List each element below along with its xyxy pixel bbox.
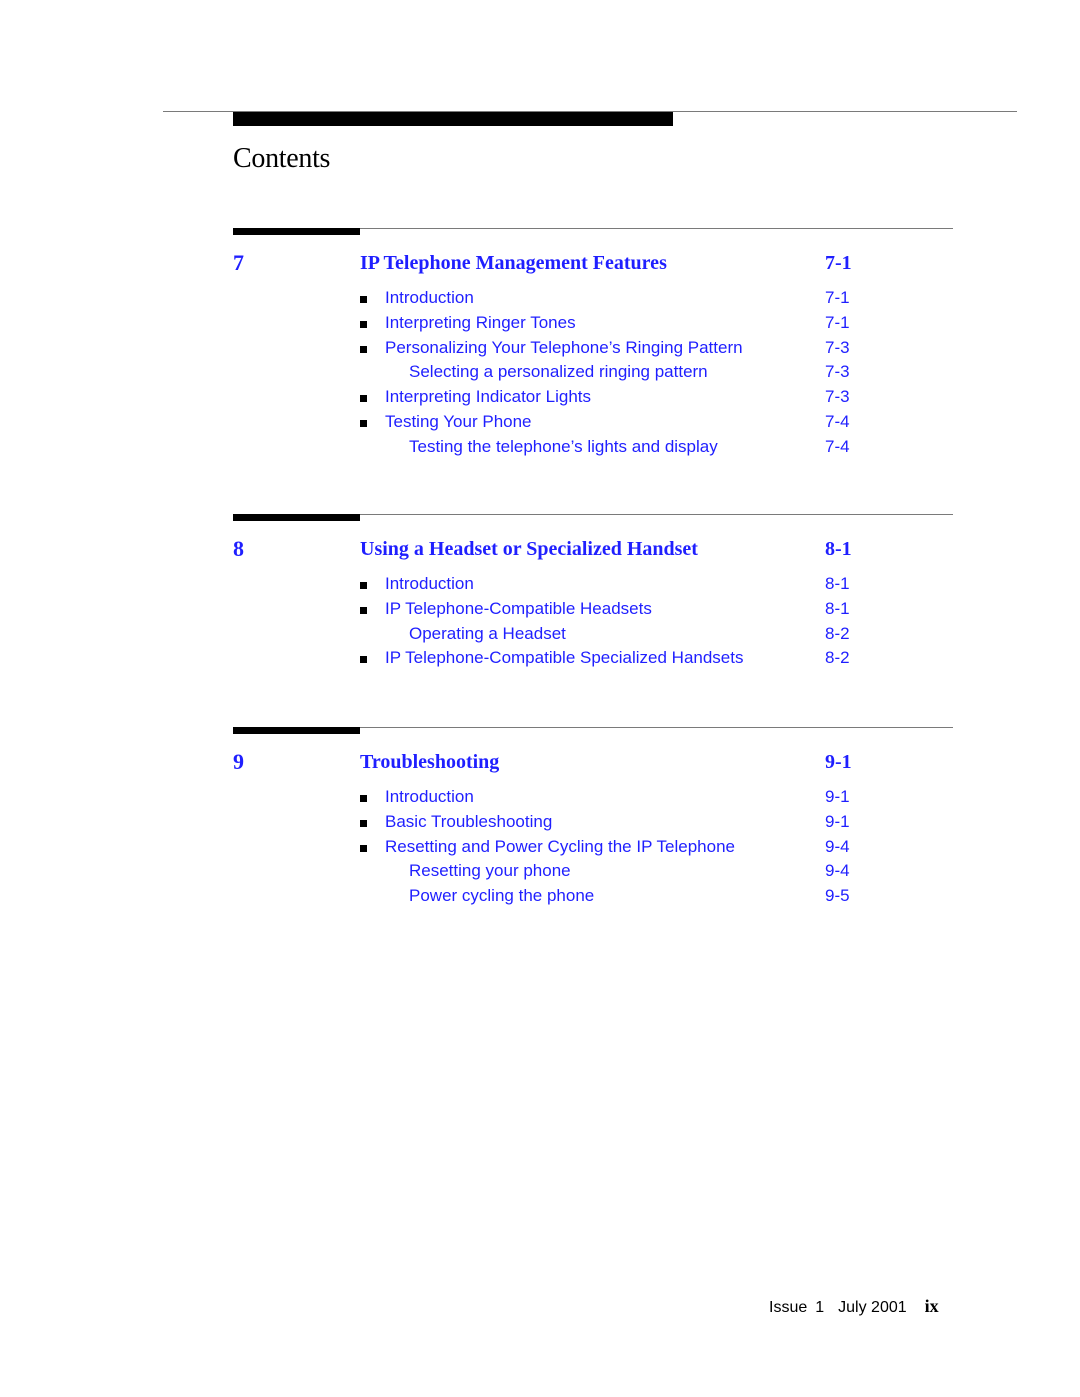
entry-page[interactable]: 8-1 xyxy=(825,597,850,622)
chapter-page[interactable]: 7-1 xyxy=(825,252,852,275)
entry-page[interactable]: 7-3 xyxy=(825,360,850,385)
toc-subentry[interactable]: Testing the telephone’s lights and displ… xyxy=(360,435,860,460)
entry-page[interactable]: 9-5 xyxy=(825,884,850,909)
entry-page[interactable]: 9-1 xyxy=(825,810,850,835)
entry-page[interactable]: 7-4 xyxy=(825,410,850,435)
chapter-bar xyxy=(233,727,360,734)
chapter-page[interactable]: 8-1 xyxy=(825,538,852,561)
page-title: Contents xyxy=(233,143,331,174)
toc-entry[interactable]: Introduction 7-1 xyxy=(360,286,860,311)
entry-label[interactable]: Personalizing Your Telephone’s Ringing P… xyxy=(385,336,743,361)
footer-date: July 2001 xyxy=(838,1299,907,1316)
toc-entry[interactable]: Introduction 9-1 xyxy=(360,785,860,810)
bullet-icon xyxy=(360,606,367,614)
entry-label[interactable]: Introduction xyxy=(385,572,474,597)
entry-label[interactable]: Resetting and Power Cycling the IP Telep… xyxy=(385,835,735,860)
entry-label[interactable]: IP Telephone-Compatible Headsets xyxy=(385,597,652,622)
bullet-icon xyxy=(360,844,367,852)
entry-label[interactable]: Interpreting Ringer Tones xyxy=(385,311,576,336)
footer-issue-number: 1 xyxy=(815,1299,825,1316)
footer-page-number: ix xyxy=(924,1296,939,1316)
entry-label[interactable]: Testing the telephone’s lights and displ… xyxy=(409,435,718,460)
entry-label[interactable]: Interpreting Indicator Lights xyxy=(385,385,591,410)
toc-subentry[interactable]: Selecting a personalized ringing pattern… xyxy=(360,360,860,385)
entry-page[interactable]: 9-1 xyxy=(825,785,850,810)
chapter-title-link[interactable]: IP Telephone Management Features xyxy=(360,252,667,275)
entry-page[interactable]: 9-4 xyxy=(825,835,850,860)
entry-label[interactable]: Resetting your phone xyxy=(409,859,571,884)
entry-list: Introduction 9-1 Basic Troubleshooting 9-1… xyxy=(360,785,860,909)
toc-subentry[interactable]: Resetting your phone 9-4 xyxy=(360,859,860,884)
entry-list: Introduction 8-1 IP Telephone-Compatible … xyxy=(360,572,860,671)
bullet-icon xyxy=(360,795,367,802)
header-bar xyxy=(233,112,673,126)
entry-page[interactable]: 7-4 xyxy=(825,435,850,460)
entry-page[interactable]: 8-2 xyxy=(825,622,850,647)
entry-label[interactable]: Operating a Headset xyxy=(409,622,566,647)
bullet-icon xyxy=(360,819,367,827)
chapter-number: 8 xyxy=(233,536,244,561)
entry-label[interactable]: Introduction xyxy=(385,785,474,810)
toc-entry[interactable]: Interpreting Indicator Lights 7-3 xyxy=(360,385,860,410)
toc-entry[interactable]: Testing Your Phone 7-4 xyxy=(360,410,860,435)
entry-page[interactable]: 7-1 xyxy=(825,311,850,336)
toc-entry[interactable]: IP Telephone-Compatible Headsets 8-1 xyxy=(360,597,860,622)
entry-list: Introduction 7-1 Interpreting Ringer Tone… xyxy=(360,286,860,460)
page-footer: Issue 1 July 2001 ix xyxy=(769,1296,939,1317)
entry-label[interactable]: Basic Troubleshooting xyxy=(385,810,552,835)
chapter-bar xyxy=(233,228,360,235)
entry-page[interactable]: 9-4 xyxy=(825,859,850,884)
bullet-icon xyxy=(360,582,367,589)
toc-entry[interactable]: Resetting and Power Cycling the IP Telep… xyxy=(360,835,860,860)
bullet-icon xyxy=(360,320,367,328)
entry-page[interactable]: 8-2 xyxy=(825,646,850,671)
toc-entry[interactable]: Interpreting Ringer Tones 7-1 xyxy=(360,311,860,336)
chapter-bar xyxy=(233,514,360,521)
entry-page[interactable]: 7-3 xyxy=(825,336,850,361)
chapter-title-link[interactable]: Troubleshooting xyxy=(360,751,499,774)
chapter-page[interactable]: 9-1 xyxy=(825,751,852,774)
entry-label[interactable]: Testing Your Phone xyxy=(385,410,532,435)
entry-label[interactable]: Introduction xyxy=(385,286,474,311)
bullet-icon xyxy=(360,345,367,353)
toc-subentry[interactable]: Power cycling the phone 9-5 xyxy=(360,884,860,909)
bullet-icon xyxy=(360,296,367,303)
chapter-title-link[interactable]: Using a Headset or Specialized Handset xyxy=(360,538,698,561)
entry-label[interactable]: Power cycling the phone xyxy=(409,884,594,909)
entry-label[interactable]: IP Telephone-Compatible Specialized Hand… xyxy=(385,646,744,671)
toc-entry[interactable]: Introduction 8-1 xyxy=(360,572,860,597)
toc-subentry[interactable]: Operating a Headset 8-2 xyxy=(360,622,860,647)
bullet-icon xyxy=(360,419,367,427)
entry-page[interactable]: 8-1 xyxy=(825,572,850,597)
entry-label[interactable]: Selecting a personalized ringing pattern xyxy=(409,360,708,385)
bullet-icon xyxy=(360,395,367,403)
chapter-number: 9 xyxy=(233,749,244,774)
toc-entry[interactable]: IP Telephone-Compatible Specialized Hand… xyxy=(360,646,860,671)
bullet-icon xyxy=(360,656,367,664)
entry-page[interactable]: 7-1 xyxy=(825,286,850,311)
chapter-number: 7 xyxy=(233,250,244,275)
toc-entry[interactable]: Personalizing Your Telephone’s Ringing P… xyxy=(360,336,860,361)
footer-issue-label: Issue xyxy=(769,1299,808,1316)
toc-entry[interactable]: Basic Troubleshooting 9-1 xyxy=(360,810,860,835)
entry-page[interactable]: 7-3 xyxy=(825,385,850,410)
